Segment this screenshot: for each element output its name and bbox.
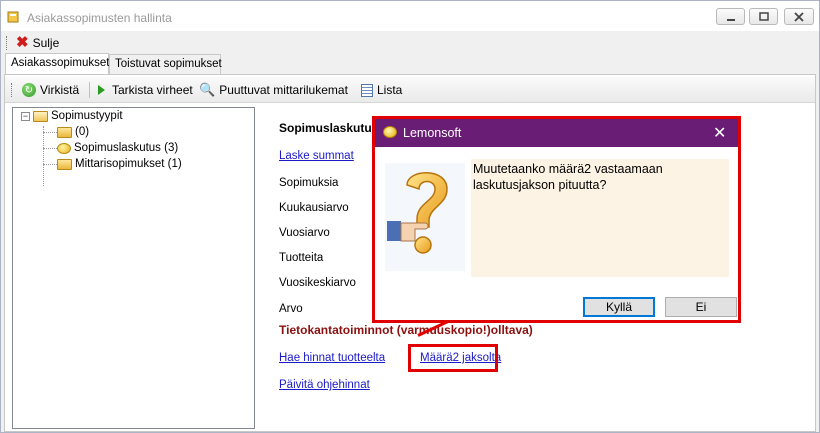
tree-node-root[interactable]: − Sopimustyypit	[21, 110, 123, 122]
stat-label: Tuotteita	[279, 252, 324, 264]
close-button[interactable]: ✖ Sulje	[16, 34, 59, 52]
dialog-close-icon[interactable]: ✕	[713, 123, 726, 143]
fetch-prices-link[interactable]: Hae hinnat tuotteelta	[279, 352, 385, 364]
panel-toolbar: ↻ Virkistä Tarkista virheet 🔍 Puuttuvat …	[5, 77, 815, 103]
calculate-sums-link[interactable]: Laske summat	[279, 150, 354, 162]
coin-icon	[383, 126, 397, 138]
stat-label: Kuukausiarvo	[279, 202, 349, 214]
dialog-body: Muutetaanko määrä2 vastaamaan laskutusja…	[375, 147, 738, 292]
refresh-icon: ↻	[22, 83, 36, 97]
folder-icon	[57, 158, 72, 170]
main-toolbar: ✖ Sulje	[1, 31, 819, 53]
list-button[interactable]: Lista	[361, 81, 402, 99]
tree-root-label: Sopimustyypit	[51, 110, 123, 122]
dialog-message: Muutetaanko määrä2 vastaamaan laskutusja…	[473, 162, 663, 192]
dialog-footer: Kyllä Ei	[375, 292, 738, 320]
title-bar: Asiakassopimusten hallinta	[1, 1, 819, 31]
tab-toistuvat-sopimukset[interactable]: Toistuvat sopimukset	[109, 54, 222, 74]
question-hand-icon	[385, 163, 465, 271]
dialog-title-bar: Lemonsoft ✕	[375, 119, 738, 147]
tree-node-sopimuslaskutus[interactable]: Sopimuslaskutus (3)	[57, 142, 178, 154]
close-x-icon: ✖	[16, 34, 29, 51]
annotation-highlight-box	[408, 344, 498, 372]
tree-node-empty[interactable]: (0)	[57, 126, 89, 138]
missing-meter-readings-button[interactable]: 🔍 Puuttuvat mittarilukemat	[199, 81, 348, 99]
refresh-button[interactable]: ↻ Virkistä	[22, 81, 79, 99]
magnifier-icon: 🔍	[199, 82, 216, 97]
dialog-title: Lemonsoft	[403, 126, 462, 140]
yes-button[interactable]: Kyllä	[583, 297, 655, 317]
section-title: Sopimuslaskutus	[279, 121, 379, 135]
minimize-button[interactable]	[716, 8, 745, 25]
folder-icon	[33, 110, 48, 122]
tree-node-label: (0)	[75, 126, 90, 138]
toolbar-grip[interactable]	[11, 83, 14, 97]
tree-node-mittarisopimukset[interactable]: Mittarisopimukset (1)	[57, 158, 182, 170]
minimize-icon	[726, 18, 735, 21]
stat-label: Arvo	[279, 303, 303, 315]
stat-label: Vuosikeskiarvo	[279, 277, 356, 289]
list-icon	[361, 83, 373, 97]
play-icon	[98, 85, 105, 95]
folder-icon	[57, 126, 72, 138]
maximize-button[interactable]	[749, 8, 778, 25]
update-guide-prices-link[interactable]: Päivitä ohjehinnat	[279, 379, 370, 391]
list-label: Lista	[377, 83, 403, 97]
stat-label: Vuosiarvo	[279, 227, 330, 239]
tree-node-label: Sopimuslaskutus (3)	[74, 142, 179, 154]
collapse-icon[interactable]: −	[21, 111, 30, 121]
database-actions-title: Tietokantatoiminnot (varmuuskopio!)ollta…	[279, 323, 533, 337]
stat-label: Sopimuksia	[279, 177, 339, 189]
check-errors-label: Tarkista virheet	[112, 83, 193, 97]
coin-icon	[57, 142, 71, 154]
confirm-dialog: Lemonsoft ✕ Muutetaanko määrä2 vastaamaa…	[375, 119, 738, 320]
window-title: Asiakassopimusten hallinta	[27, 11, 172, 25]
toolbar-grip[interactable]	[6, 36, 9, 50]
tree-node-label: Mittarisopimukset (1)	[75, 158, 182, 170]
app-icon	[7, 11, 19, 23]
no-button[interactable]: Ei	[665, 297, 737, 317]
window-close-button[interactable]	[784, 8, 814, 25]
missing-meter-label: Puuttuvat mittarilukemat	[219, 83, 348, 97]
close-button-label: Sulje	[32, 36, 60, 50]
toolbar-separator	[89, 82, 90, 98]
tab-asiakassopimukset[interactable]: Asiakassopimukset	[5, 53, 109, 75]
check-errors-button[interactable]: Tarkista virheet	[95, 81, 193, 99]
maximize-icon	[758, 11, 769, 21]
close-icon	[794, 11, 804, 22]
refresh-label: Virkistä	[40, 83, 80, 97]
contract-type-tree[interactable]: − Sopimustyypit (0) Sopimuslaskutus (3) …	[12, 107, 255, 429]
